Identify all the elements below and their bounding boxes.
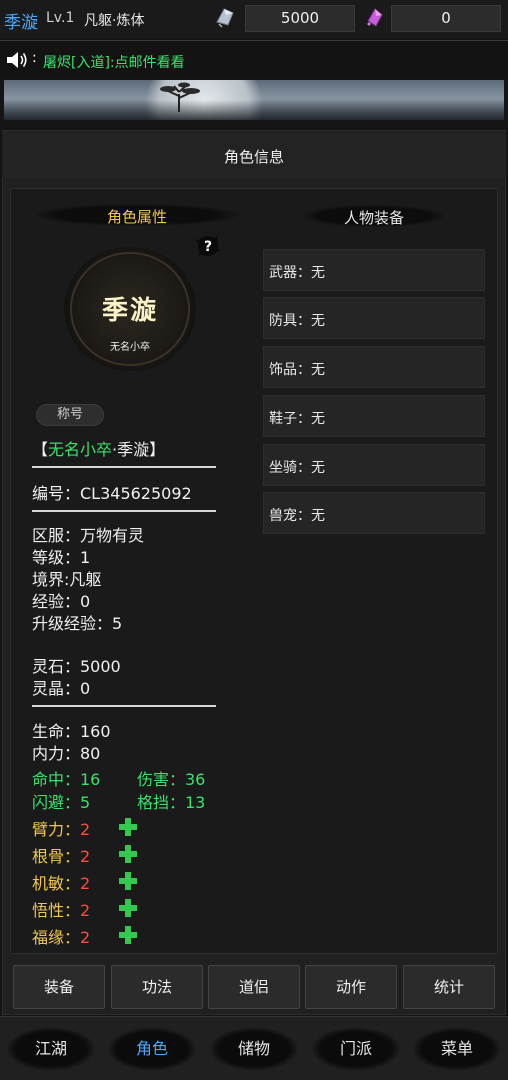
spirit-stone-row: 灵石：5000	[32, 657, 121, 676]
notice-message[interactable]: 屠烬[入道]:点邮件看看	[43, 52, 185, 72]
level-row: 等级：1	[32, 548, 91, 567]
title-rank: 无名小卒	[48, 440, 113, 459]
attr-value: 2	[80, 820, 91, 839]
tab-skills[interactable]: 功法	[111, 965, 203, 1009]
mp-row: 内力：80	[32, 744, 101, 763]
equip-slot-pet[interactable]: 兽宠：无	[263, 492, 485, 534]
tab-statistics[interactable]: 统计	[403, 965, 495, 1009]
help-icon[interactable]: ?	[195, 234, 221, 258]
title-name: 季漩	[117, 440, 150, 459]
speaker-icon	[7, 52, 27, 68]
add-fortune-icon[interactable]	[119, 926, 137, 944]
add-strength-icon[interactable]	[119, 818, 137, 836]
mountain-silhouette	[4, 100, 504, 120]
attr-section-title: 角色属性	[106, 208, 167, 226]
scenery-banner	[4, 80, 504, 120]
server-row: 区服：万物有灵	[32, 526, 145, 545]
equip-slot-armor[interactable]: 防具：无	[263, 297, 485, 339]
divider	[32, 466, 216, 468]
attr-label: 臂力：	[32, 820, 81, 839]
top-status-bar: 季漩 Lv.1 凡躯·炼体 5000 0	[0, 0, 508, 38]
hp-row: 生命：160	[32, 722, 111, 741]
player-realm: 凡躯·炼体	[84, 13, 145, 29]
equip-slot-label: 坐骑：无	[269, 460, 325, 476]
dodge-stat: 闪避：5	[32, 793, 91, 812]
nav-character[interactable]: 角色	[109, 1028, 195, 1070]
tab-equipment[interactable]: 装备	[13, 965, 105, 1009]
attr-value: 2	[80, 928, 91, 947]
avatar-title: 无名小卒	[110, 342, 150, 353]
player-level: Lv.1	[46, 10, 75, 26]
title-tag: 称号	[36, 404, 104, 426]
tab-actions[interactable]: 动作	[305, 965, 397, 1009]
attr-comprehension-row: 悟性：2	[32, 897, 90, 921]
nav-storage[interactable]: 储物	[211, 1028, 297, 1070]
nav-jianghu[interactable]: 江湖	[8, 1028, 94, 1070]
avatar-name: 季漩	[101, 296, 158, 326]
attr-label: 根骨：	[32, 847, 81, 866]
player-id: 编号：CL345625092	[32, 484, 192, 503]
exp-row: 经验：0	[32, 592, 91, 611]
attr-value: 2	[80, 901, 91, 920]
spirit-stone-count: 5000	[245, 5, 355, 32]
title-bracket-open: 【	[32, 440, 49, 459]
equip-slot-label: 防具：无	[269, 313, 325, 329]
title-bracket-close: 】	[149, 440, 166, 459]
equip-slot-label: 饰品：无	[269, 362, 325, 378]
tab-companion[interactable]: 道侣	[208, 965, 300, 1009]
add-constitution-icon[interactable]	[119, 845, 137, 863]
add-agility-icon[interactable]	[119, 872, 137, 890]
hit-stat: 命中：16	[32, 770, 101, 789]
spirit-stone-icon	[216, 8, 234, 28]
attr-label: 机敏：	[32, 874, 81, 893]
notice-colon: :	[32, 50, 37, 66]
attr-label: 悟性：	[32, 901, 81, 920]
attr-value: 2	[80, 847, 91, 866]
spirit-crystal-icon	[367, 8, 383, 27]
attr-fortune-row: 福缘：2	[32, 924, 90, 948]
equip-slot-accessory[interactable]: 饰品：无	[263, 346, 485, 388]
divider	[32, 705, 216, 707]
equip-slot-label: 兽宠：无	[269, 508, 325, 524]
attr-strength-row: 臂力：2	[32, 816, 90, 840]
equip-slot-mount[interactable]: 坐骑：无	[263, 444, 485, 486]
add-comprehension-icon[interactable]	[119, 899, 137, 917]
equip-section-title: 人物装备	[343, 209, 404, 227]
nav-sect[interactable]: 门派	[313, 1028, 399, 1070]
equip-slot-label: 鞋子：无	[269, 411, 325, 427]
realm-row: 境界:凡躯	[32, 570, 102, 589]
spirit-crystal-row: 灵晶：0	[32, 679, 91, 698]
divider	[0, 40, 508, 41]
divider	[32, 510, 216, 512]
next-exp-row: 升级经验：5	[32, 614, 123, 633]
spirit-crystal-count: 0	[391, 5, 501, 32]
svg-text:?: ?	[204, 239, 212, 255]
attr-agility-row: 机敏：2	[32, 870, 90, 894]
attr-label: 福缘：	[32, 928, 81, 947]
notice-bar[interactable]: : 屠烬[入道]:点邮件看看	[0, 44, 508, 76]
equip-slot-shoes[interactable]: 鞋子：无	[263, 395, 485, 437]
attr-value: 2	[80, 874, 91, 893]
character-title: 【无名小卒·季漩】	[32, 436, 165, 460]
player-name[interactable]: 季漩	[4, 8, 38, 33]
panel-title: 角色信息	[223, 148, 284, 166]
damage-stat: 伤害：36	[137, 770, 206, 789]
block-stat: 格挡：13	[137, 793, 206, 812]
equip-slot-label: 武器：无	[269, 265, 325, 281]
equip-slot-weapon[interactable]: 武器：无	[263, 249, 485, 291]
nav-menu[interactable]: 菜单	[414, 1028, 500, 1070]
attr-constitution-row: 根骨：2	[32, 843, 90, 867]
